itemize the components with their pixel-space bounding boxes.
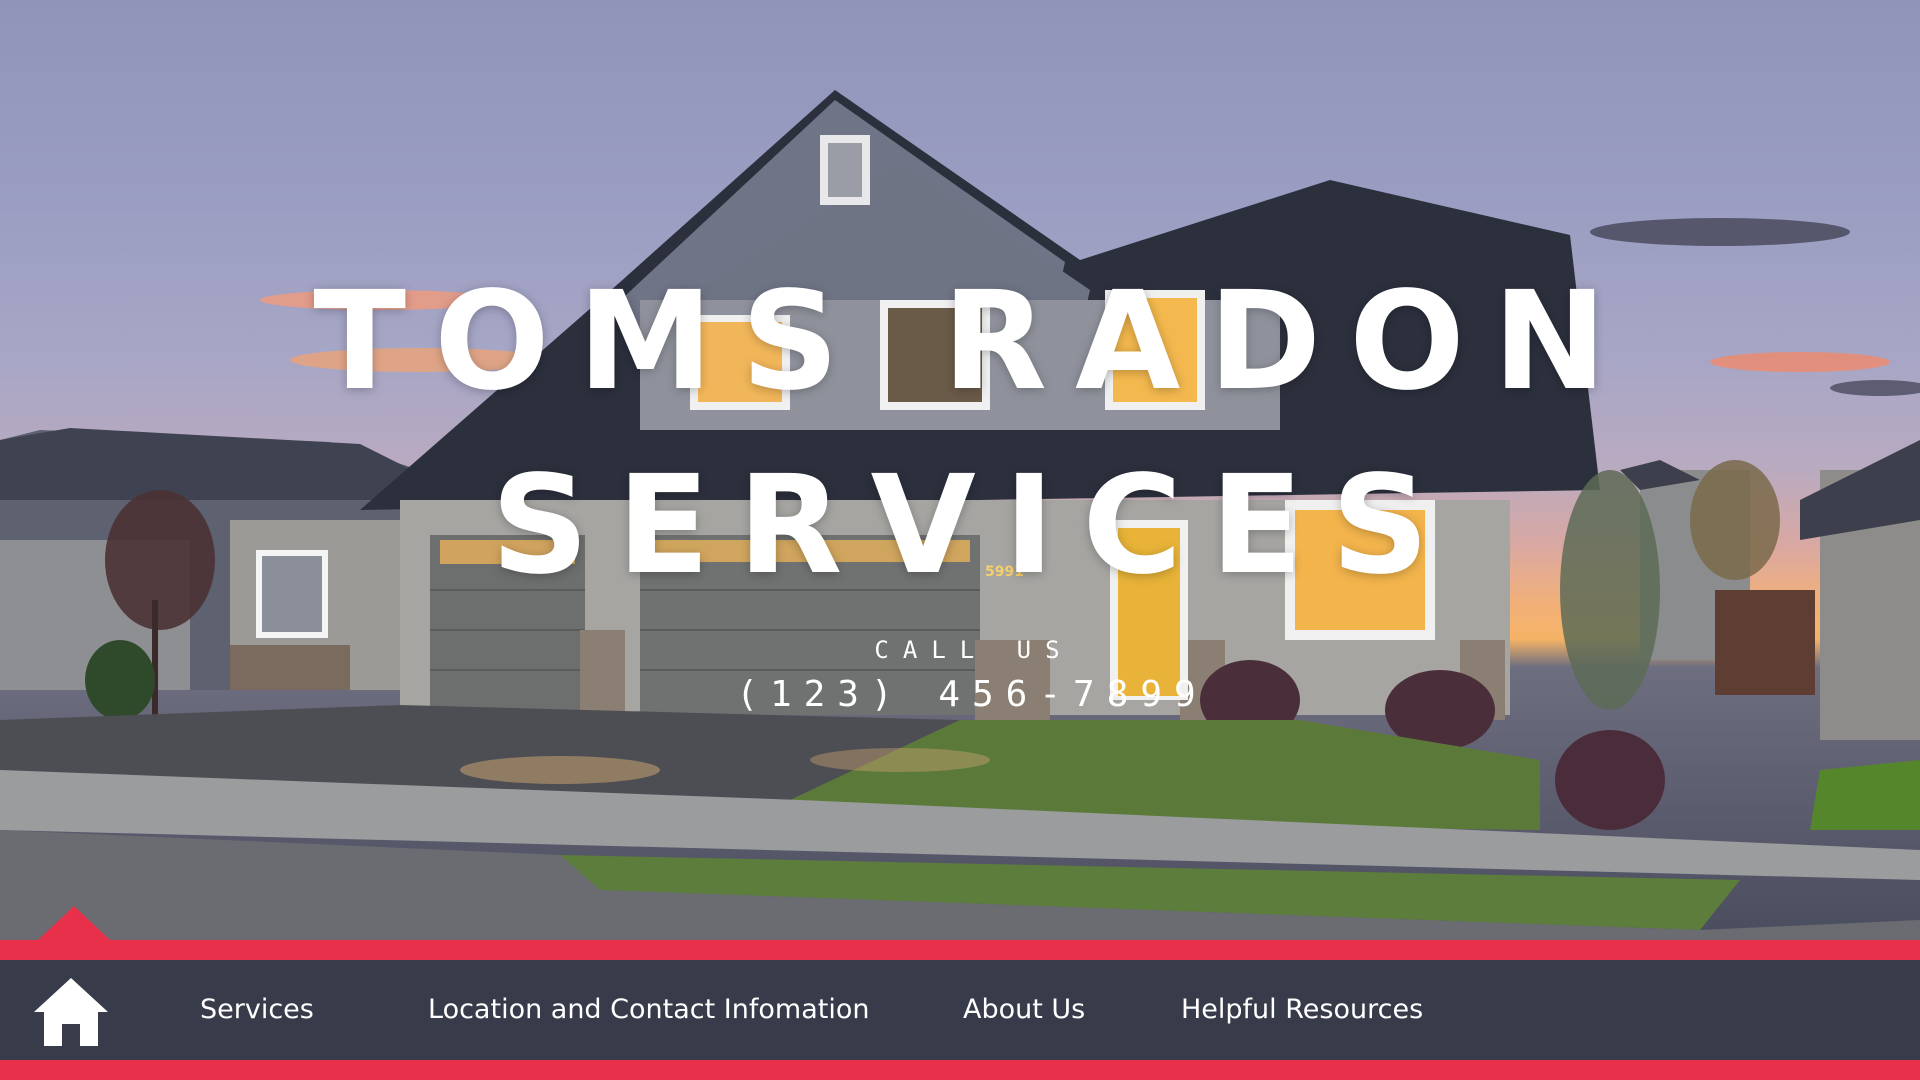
page: 5991 TOMS RADON SERVICES CALL US (123) 4… bbox=[0, 0, 1920, 1080]
call-us-label: CALL US bbox=[874, 636, 1074, 664]
nav-item-location-contact[interactable]: Location and Contact Infomation bbox=[428, 960, 869, 1060]
main-navigation: Services Location and Contact Infomation… bbox=[0, 960, 1920, 1060]
hero-title-line-1: TOMS RADON bbox=[313, 263, 1635, 421]
hero-title-line-2: SERVICES bbox=[490, 447, 1458, 605]
nav-bottom-stripe bbox=[0, 1060, 1920, 1080]
nav-item-about-us[interactable]: About Us bbox=[963, 960, 1085, 1060]
nav-item-services[interactable]: Services bbox=[200, 960, 314, 1060]
nav-top-stripe bbox=[0, 940, 1920, 960]
nav-item-helpful-resources[interactable]: Helpful Resources bbox=[1181, 960, 1423, 1060]
home-icon bbox=[34, 978, 108, 1046]
phone-number[interactable]: (123) 456-7899 bbox=[0, 674, 1920, 715]
nav-indicator-notch bbox=[38, 906, 110, 940]
home-button[interactable] bbox=[34, 974, 108, 1048]
hero-banner: 5991 TOMS RADON SERVICES CALL US (123) 4… bbox=[0, 0, 1920, 940]
hero-title: TOMS RADON SERVICES bbox=[0, 250, 1920, 618]
